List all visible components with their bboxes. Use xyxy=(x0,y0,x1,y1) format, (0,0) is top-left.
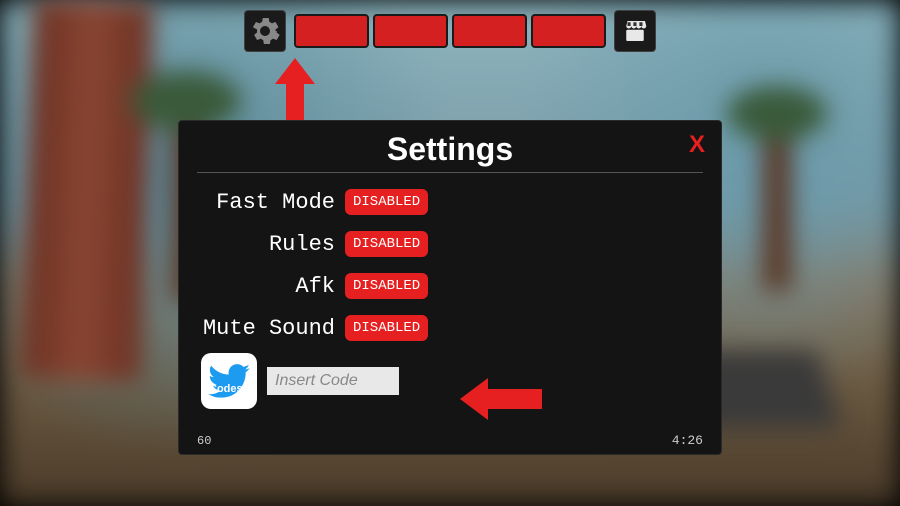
settings-panel: Settings X Fast Mode DISABLED Rules DISA… xyxy=(178,120,722,455)
setting-row-mute-sound: Mute Sound DISABLED xyxy=(197,311,703,345)
shop-button[interactable] xyxy=(614,10,656,52)
health-segment xyxy=(531,14,606,48)
twitter-bird-icon xyxy=(204,356,254,406)
divider xyxy=(197,172,703,173)
codes-button[interactable]: Codes xyxy=(201,353,257,409)
close-button[interactable]: X xyxy=(689,131,705,159)
gear-icon xyxy=(250,16,280,46)
setting-row-rules: Rules DISABLED xyxy=(197,227,703,261)
health-bar xyxy=(294,14,606,48)
toggle-mute-sound[interactable]: DISABLED xyxy=(345,315,428,341)
clock: 4:26 xyxy=(672,433,703,448)
toggle-rules[interactable]: DISABLED xyxy=(345,231,428,257)
codes-label: Codes xyxy=(209,383,243,395)
health-segment xyxy=(452,14,527,48)
top-hud-bar xyxy=(244,10,656,52)
shop-icon xyxy=(620,16,650,46)
setting-label: Mute Sound xyxy=(197,316,345,341)
health-segment xyxy=(373,14,448,48)
setting-row-fast-mode: Fast Mode DISABLED xyxy=(197,185,703,219)
setting-label: Fast Mode xyxy=(197,190,345,215)
panel-title: Settings xyxy=(197,131,703,168)
code-input[interactable] xyxy=(267,367,399,395)
setting-row-afk: Afk DISABLED xyxy=(197,269,703,303)
codes-row: Codes xyxy=(201,353,703,409)
toggle-afk[interactable]: DISABLED xyxy=(345,273,428,299)
toggle-fast-mode[interactable]: DISABLED xyxy=(345,189,428,215)
health-segment xyxy=(294,14,369,48)
setting-label: Afk xyxy=(197,274,345,299)
setting-label: Rules xyxy=(197,232,345,257)
tutorial-arrow-settings xyxy=(275,58,315,125)
settings-button[interactable] xyxy=(244,10,286,52)
tutorial-arrow-code-input xyxy=(460,378,542,425)
fps-counter: 60 xyxy=(197,434,211,448)
